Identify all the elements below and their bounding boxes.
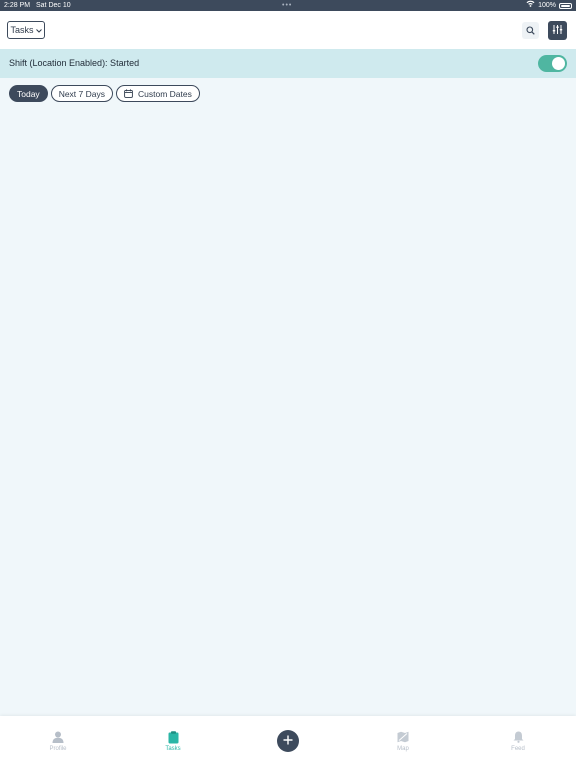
person-icon — [52, 730, 64, 744]
top-header: Tasks — [0, 11, 576, 49]
bottom-tab-bar: Profile Tasks Map Feed — [0, 716, 576, 768]
chevron-down-icon — [35, 25, 42, 35]
tasks-dropdown-label: Tasks — [10, 25, 34, 35]
battery-icon — [559, 2, 572, 9]
custom-dates-filter-chip[interactable]: Custom Dates — [115, 85, 200, 102]
status-time: 2:28 PM — [4, 2, 31, 9]
shift-status-bar: Shift (Location Enabled): Started — [0, 49, 576, 78]
battery-percent: 100% — [538, 2, 556, 9]
calendar-icon — [124, 89, 133, 98]
tab-profile-label: Profile — [49, 746, 67, 752]
tab-feed-label: Feed — [511, 746, 525, 752]
clipboard-icon — [167, 730, 179, 744]
wifi-icon — [526, 0, 535, 11]
tab-feed[interactable]: Feed — [488, 730, 548, 752]
add-task-button[interactable] — [277, 730, 299, 752]
today-filter-chip[interactable]: Today — [9, 85, 48, 102]
multitasking-dots: ••• — [282, 2, 293, 9]
status-right: 100% — [526, 0, 572, 11]
tab-tasks-label: Tasks — [165, 746, 181, 752]
shift-toggle[interactable] — [538, 55, 567, 72]
tab-profile[interactable]: Profile — [28, 730, 88, 752]
map-icon — [397, 730, 409, 744]
tasks-dropdown[interactable]: Tasks — [7, 21, 45, 39]
search-icon — [526, 22, 535, 40]
search-button[interactable] — [522, 22, 539, 39]
sliders-icon — [552, 22, 563, 40]
status-date: Sat Dec 10 — [36, 2, 71, 9]
toggle-knob — [552, 57, 565, 70]
custom-dates-label: Custom Dates — [137, 88, 192, 99]
status-bar: 2:28 PM Sat Dec 10 ••• 100% — [0, 0, 576, 11]
tab-tasks[interactable]: Tasks — [143, 730, 203, 752]
shift-status-label: Shift (Location Enabled): Started — [9, 58, 140, 68]
plus-icon — [283, 732, 293, 750]
filter-button[interactable] — [548, 21, 567, 40]
tab-map-label: Map — [397, 746, 409, 752]
date-filter-chips: Today Next 7 Days Custom Dates — [9, 85, 200, 102]
bell-icon — [512, 730, 524, 744]
tab-map[interactable]: Map — [373, 730, 433, 752]
next-7-days-filter-chip[interactable]: Next 7 Days — [50, 85, 113, 102]
